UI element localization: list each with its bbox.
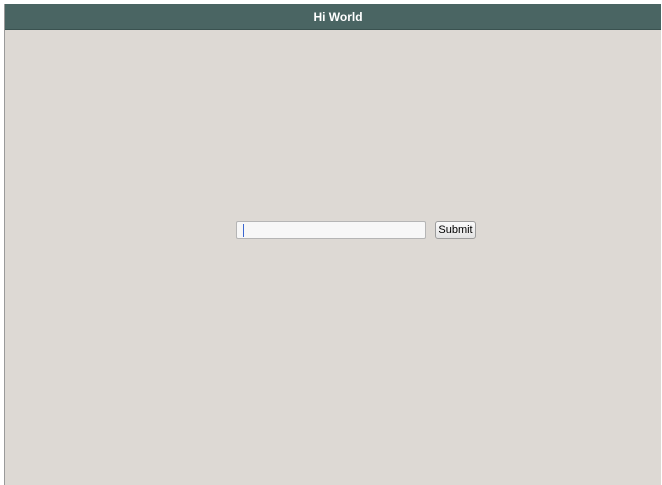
window-title: Hi World: [313, 9, 363, 24]
submit-button[interactable]: Submit: [435, 221, 476, 239]
main-content: [5, 30, 661, 485]
text-cursor: [243, 224, 244, 237]
app-window: Hi World: [4, 4, 661, 485]
text-input[interactable]: [236, 221, 426, 239]
title-bar: Hi World: [5, 4, 661, 30]
